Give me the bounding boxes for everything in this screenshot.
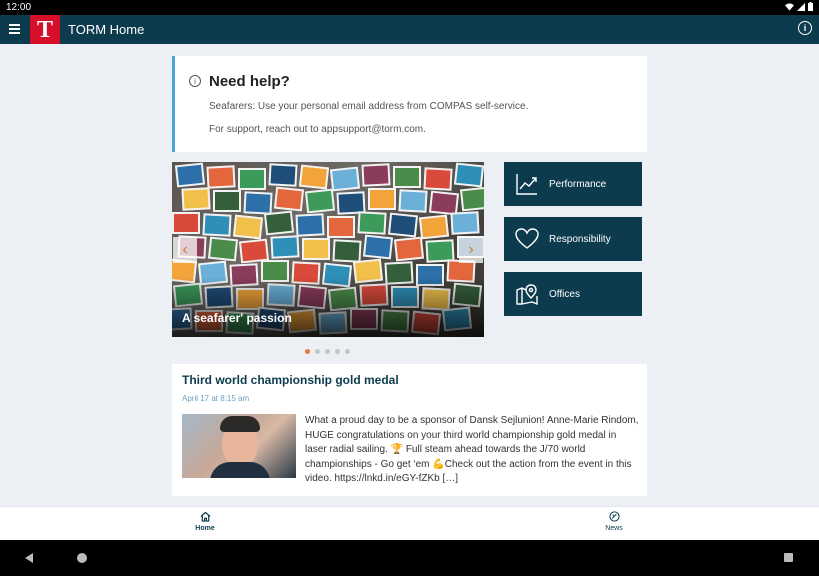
recents-icon[interactable] [784, 553, 793, 562]
help-text-seafarers: Seafarers: Use your personal email addre… [209, 101, 529, 112]
info-icon[interactable]: i [798, 21, 812, 35]
nav-home[interactable]: Home [175, 511, 235, 532]
carousel-dot[interactable] [305, 349, 310, 354]
help-text-support: For support, reach out to appsupport@tor… [209, 124, 426, 135]
offices-label: Offices [549, 288, 580, 300]
news-body: What a proud day to be a sponsor of Dans… [305, 415, 639, 484]
news-photo [182, 414, 296, 478]
system-nav-bar [0, 540, 819, 576]
map-pin-icon [516, 284, 538, 306]
back-icon[interactable] [25, 553, 33, 563]
battery-icon [808, 2, 813, 11]
heart-icon [515, 228, 539, 249]
signal-icon [797, 2, 805, 11]
help-title: Need help? [209, 73, 290, 90]
news-card[interactable]: Third world championship gold medal Apri… [172, 364, 647, 496]
image-carousel[interactable]: A seafarer' passion ‹ › [172, 162, 484, 337]
wifi-icon [785, 2, 794, 11]
nav-news[interactable]: News [584, 511, 644, 532]
nav-home-label: Home [195, 525, 215, 532]
menu-icon[interactable] [9, 24, 20, 34]
app-title: TORM Home [68, 22, 145, 37]
responsibility-label: Responsibility [549, 233, 611, 245]
status-time: 12:00 [6, 2, 32, 13]
news-title[interactable]: Third world championship gold medal [182, 373, 399, 387]
nav-news-label: News [605, 525, 623, 532]
news-icon [608, 511, 620, 522]
bottom-nav: Home News [0, 506, 819, 540]
torm-logo: T [30, 15, 60, 44]
offices-button[interactable]: Offices [504, 272, 642, 316]
home-icon [200, 511, 210, 522]
carousel-dots [305, 349, 350, 354]
carousel-dot[interactable] [345, 349, 350, 354]
carousel-dot[interactable] [315, 349, 320, 354]
logo-letter: T [36, 16, 53, 43]
carousel-caption: A seafarer' passion [182, 311, 292, 325]
performance-button[interactable]: Performance [504, 162, 642, 206]
system-home-icon[interactable] [77, 553, 87, 563]
caption-shade [172, 277, 484, 337]
help-card: i Need help? Seafarers: Use your persona… [172, 56, 647, 152]
carousel-dot[interactable] [335, 349, 340, 354]
help-info-icon: i [189, 75, 201, 87]
responsibility-button[interactable]: Responsibility [504, 217, 642, 261]
status-bar: 12:00 [0, 0, 819, 15]
carousel-next-button[interactable]: › [459, 237, 483, 263]
status-icons [785, 2, 813, 11]
carousel-dot[interactable] [325, 349, 330, 354]
carousel-prev-button[interactable]: ‹ [173, 237, 197, 263]
chart-line-icon [516, 174, 537, 195]
performance-label: Performance [549, 178, 607, 190]
news-date: April 17 at 8:15 am [182, 394, 250, 403]
